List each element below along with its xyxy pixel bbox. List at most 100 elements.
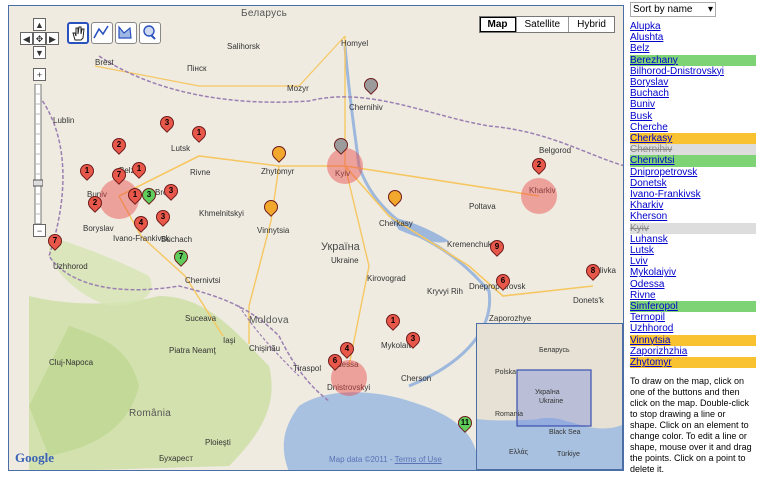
map-marker[interactable]: 3: [139, 185, 159, 210]
city-link[interactable]: Berezhany: [630, 54, 756, 66]
map-label: Chernivtsi: [185, 276, 221, 285]
map-type-control[interactable]: Map Satellite Hybrid: [478, 16, 615, 33]
city-link[interactable]: Zaporizhzhia: [630, 346, 756, 357]
map-marker[interactable]: 1: [383, 311, 403, 336]
map-marker[interactable]: 1: [125, 185, 145, 210]
city-link[interactable]: Buniv: [630, 99, 756, 110]
city-link[interactable]: Chernivtsi: [630, 155, 756, 167]
city-link[interactable]: Zhytomyr: [630, 357, 756, 369]
map-marker[interactable]: 3: [157, 113, 177, 138]
map-marker[interactable]: 3: [153, 207, 173, 232]
city-link[interactable]: Chernihiv: [630, 144, 756, 156]
city-link[interactable]: Luhansk: [630, 234, 756, 245]
help-text: To draw on the map, click on one of the …: [630, 376, 752, 475]
hand-tool-button[interactable]: [67, 22, 89, 44]
map-marker[interactable]: 7: [109, 165, 129, 190]
map-label: Salihorsk: [227, 42, 260, 51]
city-link[interactable]: Alupka: [630, 21, 756, 32]
city-link[interactable]: Cherche: [630, 122, 756, 133]
city-link[interactable]: Donetsk: [630, 178, 756, 189]
marker-pin-icon: [261, 197, 281, 217]
map-marker[interactable]: [385, 187, 405, 212]
city-link[interactable]: Odessa: [630, 279, 756, 290]
shape-tool-button[interactable]: [115, 22, 137, 44]
zoom-slider[interactable]: [32, 83, 44, 225]
map-label: Cluj-Napoca: [49, 358, 94, 367]
map-type-map-button[interactable]: Map: [479, 17, 516, 32]
marker-tool-button[interactable]: [139, 22, 161, 44]
marker-pin-icon: [331, 135, 351, 155]
map-marker[interactable]: [261, 197, 281, 222]
map-marker[interactable]: 7: [45, 231, 65, 256]
map-marker[interactable]: 4: [131, 213, 151, 238]
city-link[interactable]: Rivne: [630, 290, 756, 301]
city-link[interactable]: Uzhhorod: [630, 323, 756, 334]
city-link[interactable]: Mykolaiyiv: [630, 267, 756, 278]
map-label: Piatra Neamţ: [169, 346, 216, 355]
pan-left-button[interactable]: ◀: [20, 32, 33, 45]
map-marker[interactable]: [361, 75, 381, 100]
overview-label: Türkiye: [557, 451, 580, 458]
marker-count: 1: [84, 166, 90, 175]
map-marker[interactable]: 8: [583, 261, 603, 286]
city-list: Alupka Alushta Belz Berezhany Bilhorod-Dnist…: [630, 21, 756, 369]
map-marker[interactable]: [331, 135, 351, 160]
map-marker[interactable]: 1: [77, 161, 97, 186]
city-link[interactable]: Cherkasy: [630, 133, 756, 145]
google-logo: Google: [15, 450, 54, 465]
map-marker[interactable]: 1: [189, 123, 209, 148]
pan-down-button[interactable]: ▼: [33, 46, 46, 59]
map-marker[interactable]: 2: [109, 135, 129, 160]
overview-label: Беларусь: [539, 347, 570, 354]
pan-center-button[interactable]: ✥: [33, 32, 46, 45]
marker-count: 3: [410, 334, 416, 343]
zoom-out-button[interactable]: −: [33, 224, 46, 237]
map-label: România: [129, 408, 172, 419]
map-marker[interactable]: 2: [85, 193, 105, 218]
map-marker[interactable]: 7: [171, 247, 191, 272]
city-link[interactable]: Ternopil: [630, 312, 756, 323]
map-marker[interactable]: 2: [529, 155, 549, 180]
map-marker[interactable]: 1: [129, 159, 149, 184]
city-link[interactable]: Kherson: [630, 211, 756, 222]
city-link[interactable]: Dnipropetrovsk: [630, 167, 756, 178]
overview-map[interactable]: Беларусь Polska Україна Ukraine Romania Black…: [476, 323, 623, 470]
city-link[interactable]: Kyiv: [630, 222, 756, 234]
zoom-in-button[interactable]: +: [33, 68, 46, 81]
city-link[interactable]: Busk: [630, 111, 756, 122]
city-link[interactable]: Lutsk: [630, 245, 756, 256]
city-link[interactable]: Belz: [630, 43, 756, 54]
terms-of-use-link[interactable]: Terms of Use: [395, 455, 442, 464]
city-link[interactable]: Lviv: [630, 256, 756, 267]
polyline-icon: [93, 25, 109, 39]
map-type-satellite-button[interactable]: Satellite: [515, 17, 569, 32]
line-tool-button[interactable]: [91, 22, 113, 44]
magnifier-icon: [143, 25, 156, 40]
city-link[interactable]: Buchach: [630, 88, 756, 99]
pan-up-button[interactable]: ▲: [33, 18, 46, 31]
map-marker[interactable]: 11: [455, 413, 475, 438]
map-canvas[interactable]: Беларусь Brest Salihorsk Homyel Пінск Mozyr Lu…: [8, 5, 624, 471]
city-link[interactable]: Alushta: [630, 32, 756, 43]
marker-count: 1: [390, 316, 396, 325]
sort-select[interactable]: Sort by name ▾: [630, 2, 716, 17]
map-type-hybrid-button[interactable]: Hybrid: [568, 17, 614, 32]
marker-count: 1: [132, 190, 138, 199]
map-label: Mozyr: [287, 84, 309, 93]
map-marker[interactable]: 6: [325, 351, 345, 376]
city-link[interactable]: Bilhorod-Dnistrovskyi: [630, 66, 756, 77]
city-link[interactable]: Ivano-Frankivsk: [630, 189, 756, 200]
map-label: Buchach: [161, 235, 193, 244]
map-marker[interactable]: 3: [403, 329, 423, 354]
map-marker[interactable]: 9: [487, 237, 507, 262]
map-marker[interactable]: 6: [493, 271, 513, 296]
map-marker[interactable]: [269, 143, 289, 168]
city-link[interactable]: Kharkiv: [630, 200, 756, 211]
map-label: Бухарест: [159, 454, 193, 463]
pan-right-button[interactable]: ▶: [46, 32, 59, 45]
city-link[interactable]: Boryslav: [630, 77, 756, 88]
map-marker[interactable]: 3: [161, 181, 181, 206]
map-label: Tiraspol: [293, 364, 322, 373]
city-link[interactable]: Simferopol: [630, 301, 756, 313]
city-link[interactable]: Vinnytsia: [630, 334, 756, 346]
